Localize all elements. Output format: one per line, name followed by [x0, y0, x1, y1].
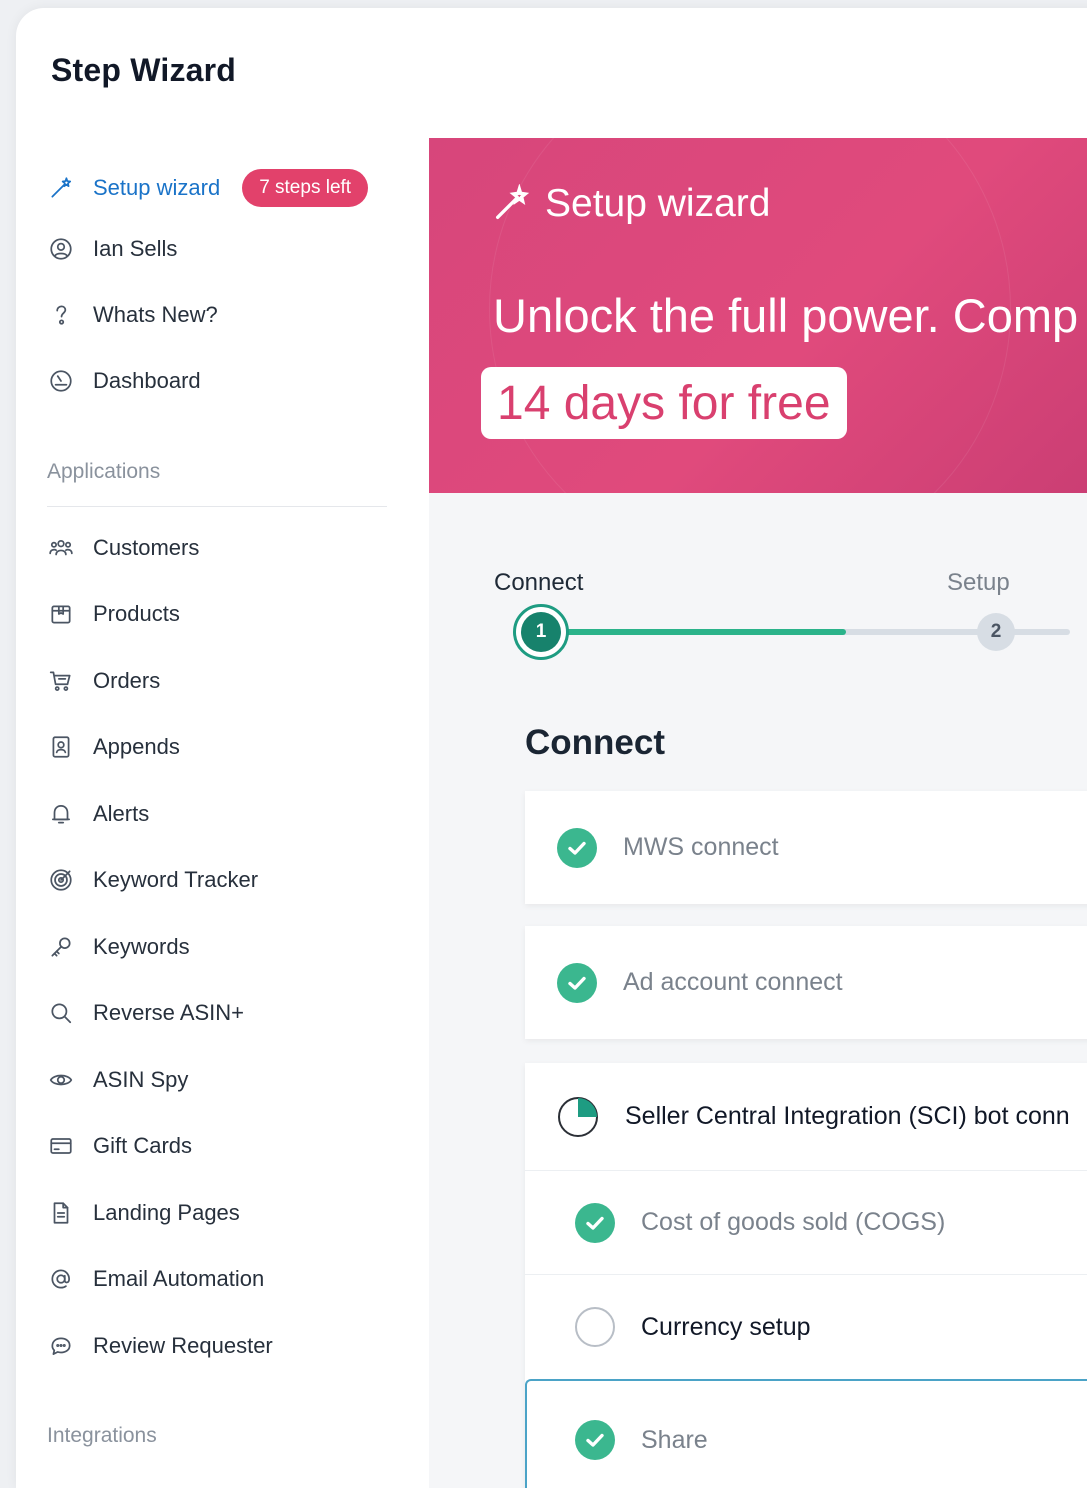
- sidebar-item-label: ASIN Spy: [93, 1067, 189, 1092]
- box-icon: [46, 599, 76, 629]
- task-label: Currency setup: [641, 1312, 811, 1341]
- task-ad-account-connect[interactable]: Ad account connect: [525, 926, 1087, 1039]
- integrations-section-label: Integrations: [47, 1424, 157, 1447]
- sidebar: Setup wizard 7 steps left Ian Sells What…: [16, 8, 428, 1488]
- main-content: Setup wizard Unlock the full power. Comp…: [429, 138, 1087, 1488]
- sidebar-item-label: Keyword Tracker: [93, 867, 259, 892]
- task-label: Cost of goods sold (COGS): [641, 1208, 946, 1236]
- task-label: Share: [641, 1425, 708, 1454]
- task-sci-bot-connect[interactable]: Seller Central Integration (SCI) bot con…: [525, 1063, 1087, 1171]
- task-label: Seller Central Integration (SCI) bot con…: [625, 1102, 1070, 1130]
- question-icon: [46, 300, 76, 330]
- sidebar-item-alerts[interactable]: Alerts: [46, 792, 149, 836]
- sidebar-item-reverse-asin[interactable]: Reverse ASIN+: [46, 991, 244, 1035]
- search-icon: [46, 998, 76, 1028]
- sidebar-item-keywords[interactable]: Keywords: [46, 925, 190, 969]
- user-circle-icon: [46, 234, 76, 264]
- bell-icon: [46, 799, 76, 829]
- sidebar-item-label: Whats New?: [93, 302, 218, 327]
- sidebar-item-landing-pages[interactable]: Landing Pages: [46, 1191, 240, 1235]
- credit-card-icon: [46, 1131, 76, 1161]
- free-trial-pill: 14 days for free: [481, 367, 847, 439]
- task-label: MWS connect: [623, 833, 779, 861]
- document-icon: [46, 1198, 76, 1228]
- applications-section-label: Applications: [47, 460, 161, 483]
- sidebar-item-label: Appends: [93, 734, 180, 759]
- gauge-icon: [46, 366, 76, 396]
- task-share[interactable]: Share: [525, 1379, 1087, 1488]
- step-1-number: 1: [521, 612, 561, 652]
- task-mws-connect[interactable]: MWS connect: [525, 791, 1087, 904]
- step-label-connect: Connect: [494, 569, 584, 596]
- cart-icon: [46, 666, 76, 696]
- sidebar-item-keyword-tracker[interactable]: Keyword Tracker: [46, 858, 258, 902]
- contact-card-icon: [46, 732, 76, 762]
- magic-wand-icon: [496, 184, 530, 219]
- step-2-dot[interactable]: 2: [977, 613, 1015, 651]
- key-icon: [46, 932, 76, 962]
- hero-banner: Setup wizard Unlock the full power. Comp…: [429, 138, 1087, 493]
- connect-section-title: Connect: [525, 723, 665, 762]
- task-cogs[interactable]: Cost of goods sold (COGS): [525, 1171, 1087, 1275]
- sidebar-item-label: Dashboard: [93, 368, 201, 393]
- sidebar-item-label: Landing Pages: [93, 1200, 240, 1225]
- sidebar-item-label: Customers: [93, 535, 200, 560]
- app-window: Step Wizard Setup wizard 7 steps left Ia…: [16, 8, 1087, 1488]
- chat-bubble-icon: [46, 1331, 76, 1361]
- sidebar-item-review-requester[interactable]: Review Requester: [46, 1324, 273, 1368]
- sidebar-item-orders[interactable]: Orders: [46, 659, 160, 703]
- steps-left-badge: 7 steps left: [242, 169, 369, 207]
- check-icon: [575, 1420, 615, 1460]
- step-label-setup: Setup: [947, 569, 1010, 596]
- step-track-progress: [540, 629, 846, 635]
- sidebar-item-label: Setup wizard: [93, 175, 221, 200]
- at-sign-icon: [46, 1264, 76, 1294]
- target-icon: [46, 865, 76, 895]
- sidebar-divider: [47, 506, 387, 507]
- users-icon: [46, 533, 76, 563]
- sidebar-item-customers[interactable]: Customers: [46, 526, 199, 570]
- sidebar-item-dashboard[interactable]: Dashboard: [46, 359, 201, 403]
- sidebar-item-products[interactable]: Products: [46, 592, 180, 636]
- step-1-dot[interactable]: 1: [513, 604, 569, 660]
- hero-headline: Unlock the full power. Comp: [493, 289, 1079, 342]
- sidebar-item-appends[interactable]: Appends: [46, 725, 180, 769]
- sidebar-item-email-automation[interactable]: Email Automation: [46, 1257, 264, 1301]
- magic-wand-icon: [46, 173, 76, 203]
- sidebar-item-label: Review Requester: [93, 1333, 273, 1358]
- partial-progress-icon: [558, 1096, 598, 1137]
- sidebar-item-label: Alerts: [93, 801, 150, 826]
- sidebar-item-label: Gift Cards: [93, 1133, 193, 1158]
- sidebar-item-label: Email Automation: [93, 1266, 265, 1291]
- check-icon: [575, 1202, 615, 1243]
- check-icon: [557, 827, 597, 868]
- hero-title: Setup wizard: [545, 182, 771, 225]
- sidebar-item-gift-cards[interactable]: Gift Cards: [46, 1124, 192, 1168]
- sidebar-item-setup-wizard[interactable]: Setup wizard 7 steps left: [46, 166, 369, 210]
- sidebar-item-label: Reverse ASIN+: [93, 1000, 245, 1025]
- sidebar-item-label: Keywords: [93, 934, 190, 959]
- check-icon: [557, 962, 597, 1003]
- sidebar-item-asin-spy[interactable]: ASIN Spy: [46, 1058, 188, 1102]
- sidebar-item-whats-new[interactable]: Whats New?: [46, 293, 218, 337]
- task-group-sci: Seller Central Integration (SCI) bot con…: [525, 1063, 1087, 1488]
- task-currency-setup[interactable]: Currency setup: [525, 1275, 1087, 1379]
- empty-circle-icon: [575, 1307, 615, 1347]
- sidebar-item-ian-sells[interactable]: Ian Sells: [46, 227, 177, 271]
- eye-icon: [46, 1065, 76, 1095]
- sidebar-item-label: Ian Sells: [93, 236, 178, 261]
- sidebar-item-label: Orders: [93, 668, 161, 693]
- hero-title-row: Setup wizard: [491, 182, 770, 226]
- task-label: Ad account connect: [623, 968, 843, 996]
- sidebar-item-label: Products: [93, 601, 180, 626]
